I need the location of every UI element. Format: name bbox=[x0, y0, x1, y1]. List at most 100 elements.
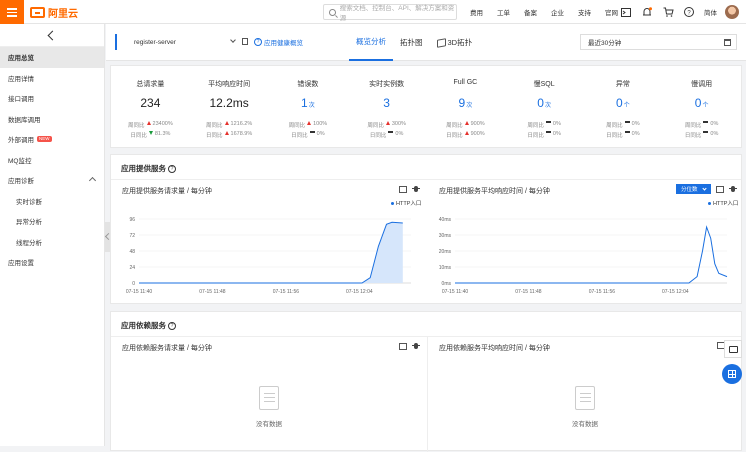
sidebar-item-0[interactable]: 应用总览 bbox=[0, 47, 104, 68]
tab-overview-label: 概览分析 bbox=[356, 37, 386, 46]
bug-icon[interactable] bbox=[728, 185, 737, 193]
nav-filing[interactable]: 备案 bbox=[524, 7, 537, 17]
compare-label: 周同比 bbox=[206, 123, 223, 129]
stat-value: 9次 bbox=[426, 96, 505, 110]
bug-icon[interactable] bbox=[412, 342, 420, 350]
tab-3d-topology[interactable]: 3D拓扑 bbox=[430, 24, 480, 61]
arrow-down-icon bbox=[148, 131, 153, 135]
logo-text: 阿里云 bbox=[48, 8, 78, 20]
terminal-icon[interactable] bbox=[620, 6, 632, 18]
stat-number: 3 bbox=[383, 96, 390, 110]
quick-tools-button[interactable] bbox=[722, 364, 742, 384]
tab-topology[interactable]: 拓扑图 bbox=[393, 24, 430, 61]
cart-icon[interactable] bbox=[662, 6, 674, 18]
stat-card[interactable]: 慢SQL 0次 周同比 0% 日同比 0% bbox=[505, 66, 584, 147]
sidebar-item-8[interactable]: 异常分析 bbox=[0, 211, 104, 232]
stat-value: 0个 bbox=[662, 96, 741, 110]
time-range-picker[interactable]: 最近30分钟 bbox=[580, 34, 737, 50]
search-input[interactable]: 搜索文档、控制台、API、解决方案和资源 bbox=[323, 4, 457, 22]
sidebar-item-4[interactable]: 外部调用 NEW bbox=[0, 129, 104, 150]
sidebar-item-10[interactable]: 应用设置 bbox=[0, 252, 104, 273]
nav-fees[interactable]: 费用 bbox=[470, 7, 483, 17]
week-compare: 周同比 1216.2% bbox=[190, 121, 269, 129]
dash-icon bbox=[545, 121, 551, 123]
empty-text: 没有数据 bbox=[256, 421, 282, 428]
legend-label: HTTP入口 bbox=[713, 201, 739, 207]
feedback-chat-button[interactable] bbox=[724, 340, 742, 358]
compare-label: 日同比 bbox=[206, 133, 223, 139]
percentile-dropdown[interactable]: 分位数 bbox=[676, 184, 711, 194]
compare-label: 周同比 bbox=[606, 123, 623, 129]
app-selector[interactable]: register-server bbox=[115, 34, 241, 50]
tab-overview[interactable]: 概览分析 bbox=[349, 24, 393, 61]
stat-card[interactable]: 慢调用 0个 周同比 0% 日同比 0% bbox=[662, 66, 741, 147]
arrow-up-icon bbox=[464, 131, 469, 135]
compare-value: 0% bbox=[316, 131, 325, 137]
stat-label: 慢调用 bbox=[691, 81, 713, 88]
sidebar-item-label: 异常分析 bbox=[16, 219, 42, 227]
sidebar-item-7[interactable]: 实时诊断 bbox=[0, 191, 104, 212]
compare-label: 周同比 bbox=[288, 123, 306, 129]
stat-card[interactable]: 平均响应时间 12.2ms 周同比 1216.2% 日同比 1678.9% bbox=[190, 66, 269, 147]
y-tick-label: 48 bbox=[129, 249, 135, 255]
chart-view-icon[interactable] bbox=[399, 185, 407, 193]
empty-state: 没有数据 bbox=[239, 386, 299, 428]
day-compare: 日同比 0% bbox=[269, 131, 348, 139]
bell-icon[interactable] bbox=[641, 6, 653, 18]
stat-unit: 次 bbox=[466, 103, 473, 109]
y-tick-label: 0 bbox=[132, 281, 135, 287]
sidebar-item-5[interactable]: MQ监控 bbox=[0, 150, 104, 171]
sidebar-item-6[interactable]: 应用诊断 bbox=[0, 170, 104, 191]
legend[interactable]: HTTP入口 bbox=[391, 199, 421, 207]
compare-value: 0% bbox=[631, 131, 640, 137]
series-line[interactable] bbox=[139, 221, 403, 284]
empty-state: 没有数据 bbox=[555, 386, 615, 428]
stat-card[interactable]: 错误数 1次 周同比 100% 日同比 0% bbox=[269, 66, 348, 147]
compare-value: 0% bbox=[395, 131, 404, 137]
compare-value: 900% bbox=[470, 131, 485, 137]
logo[interactable]: 阿里云 bbox=[30, 5, 78, 20]
compare-label: 日同比 bbox=[130, 133, 147, 139]
sidebar-item-9[interactable]: 线程分析 bbox=[0, 232, 104, 253]
help-icon[interactable]: ? bbox=[683, 6, 695, 18]
compare-value: 100% bbox=[313, 121, 328, 127]
stat-card[interactable]: Full GC 9次 周同比 900% 日同比 900% bbox=[426, 66, 505, 147]
help-icon[interactable]: ? bbox=[168, 321, 176, 330]
stat-value: 12.2ms bbox=[190, 96, 269, 110]
nav-tickets[interactable]: 工单 bbox=[497, 7, 510, 17]
avatar[interactable] bbox=[725, 5, 739, 19]
app-name: register-server bbox=[134, 38, 176, 46]
chart-view-icon[interactable] bbox=[399, 342, 407, 350]
top-nav: 费用 工单 备案 企业 支持 官网 bbox=[470, 0, 632, 24]
bug-icon[interactable] bbox=[412, 185, 420, 193]
stat-card[interactable]: 实时实例数 3 周同比 300% 日同比 0% bbox=[347, 66, 426, 147]
nav-support[interactable]: 支持 bbox=[578, 7, 591, 17]
y-tick-label: 20ms bbox=[439, 249, 452, 255]
sidebar-item-label: 应用详情 bbox=[8, 75, 34, 83]
day-compare: 日同比 900% bbox=[426, 131, 505, 139]
nav-official-site[interactable]: 官网 bbox=[605, 7, 618, 17]
stat-card[interactable]: 总请求量 234 周同比 23400% 日同比 81.3% bbox=[111, 66, 190, 147]
language-switch[interactable]: 简体 bbox=[704, 7, 717, 17]
copy-icon[interactable] bbox=[242, 38, 248, 45]
sidebar-item-3[interactable]: 数据库调用 bbox=[0, 109, 104, 130]
provider-requests-chart: 0 24 48 72 96 07-15 11:40 07-15 11:48 07-15 11:… bbox=[126, 217, 411, 295]
back-button[interactable] bbox=[0, 24, 104, 47]
series-line[interactable] bbox=[455, 225, 728, 284]
stat-unit: 个 bbox=[702, 103, 709, 109]
chart-view-icon[interactable] bbox=[715, 185, 724, 193]
compare-label: 周同比 bbox=[684, 123, 702, 129]
compare-value: 81.3% bbox=[154, 131, 171, 137]
help-icon[interactable]: ? bbox=[168, 164, 176, 173]
sidebar-item-1[interactable]: 应用详情 bbox=[0, 68, 104, 89]
sidebar-item-2[interactable]: 接口调用 bbox=[0, 88, 104, 109]
nav-enterprise[interactable]: 企业 bbox=[551, 7, 564, 17]
y-tick-label: 96 bbox=[129, 217, 135, 223]
compare-label: 日同比 bbox=[369, 133, 387, 139]
stat-card[interactable]: 异常 0个 周同比 0% 日同比 0% bbox=[584, 66, 663, 147]
legend[interactable]: HTTP入口 bbox=[708, 199, 738, 207]
arrow-up-icon bbox=[464, 121, 469, 125]
dash-icon bbox=[624, 121, 630, 123]
menu-icon[interactable] bbox=[0, 0, 24, 24]
health-overview-link[interactable]: ? 应用健康概览 bbox=[254, 37, 303, 47]
